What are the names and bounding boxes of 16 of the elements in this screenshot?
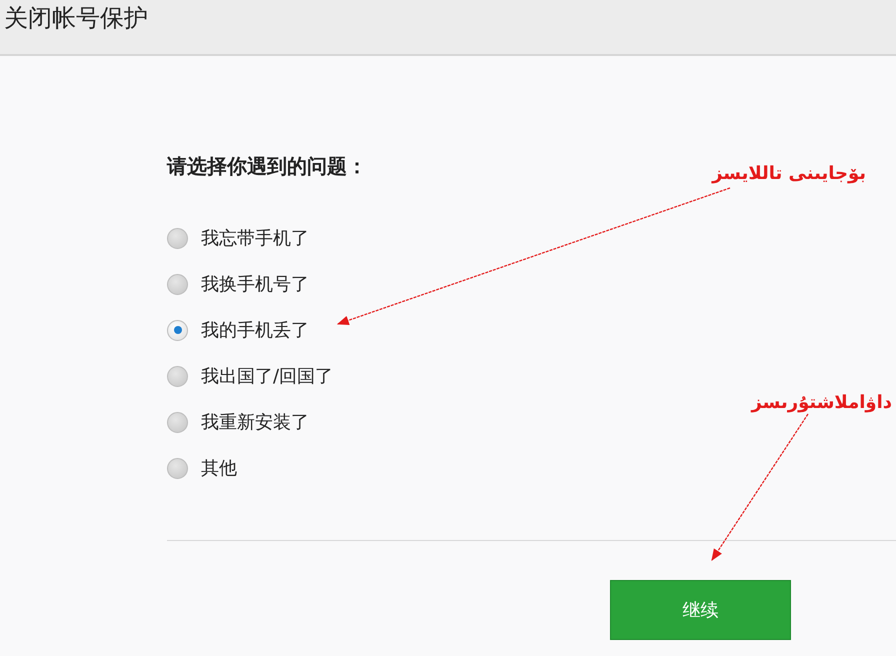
option-label[interactable]: 我重新安装了 [201,410,309,434]
option-label[interactable]: 我忘带手机了 [201,226,309,250]
page-title: 关闭帐号保护 [4,3,148,34]
option-label[interactable]: 我的手机丢了 [201,318,309,342]
radio-button[interactable] [167,320,188,340]
radio-button[interactable] [167,412,188,432]
option-label[interactable]: 我出国了/回国了 [201,364,334,388]
radio-button[interactable] [167,274,188,294]
question-label: 请选择你遇到的问题： [167,153,367,179]
radio-button[interactable] [167,366,188,386]
annotation-text: داۋاملاشتۇرىسز [751,392,892,413]
option-label[interactable]: 其他 [201,456,237,480]
radio-button[interactable] [167,458,188,478]
annotation-text: بۆجايىنى تاللايسز [712,163,866,184]
radio-button[interactable] [167,228,188,248]
option-label[interactable]: 我换手机号了 [201,272,309,296]
